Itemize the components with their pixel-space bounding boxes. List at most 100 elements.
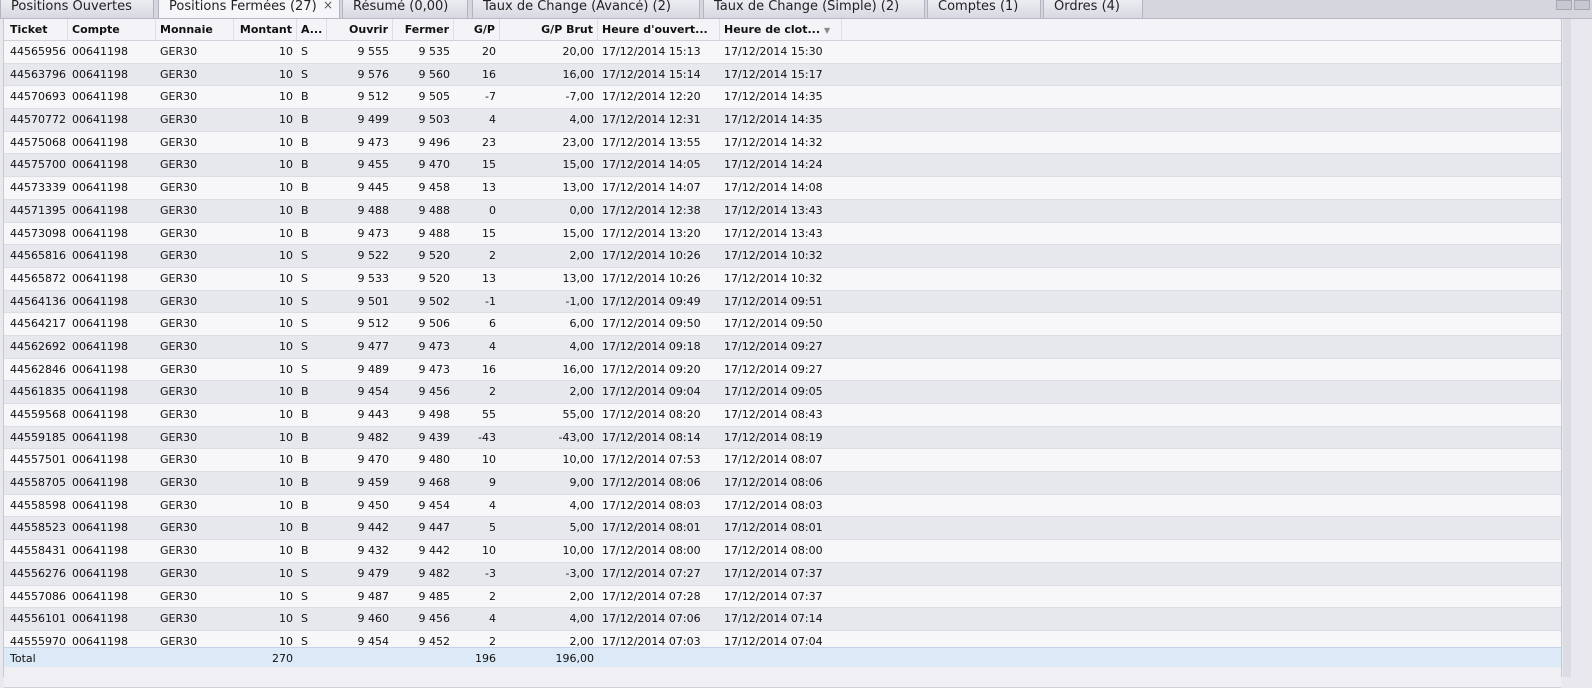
column-header-action[interactable]: A... bbox=[297, 19, 327, 40]
column-header-heure-cloture[interactable]: Heure de clot... ▼ bbox=[720, 19, 842, 40]
column-header-ticket[interactable]: Ticket bbox=[6, 19, 68, 40]
table-row[interactable]: 44556101 00641198 GER30 10 S 9 460 9 456 4 4,00 1… bbox=[4, 608, 1561, 631]
tab-label: Positions Fermées (27) bbox=[169, 0, 317, 14]
column-header-label: Ticket bbox=[10, 23, 48, 36]
table-row[interactable]: 44565816 00641198 GER30 10 S 9 522 9 520 2 2,00 1… bbox=[4, 245, 1561, 268]
cell-ticket: 44573098 bbox=[10, 226, 66, 240]
table-row[interactable]: 44573098 00641198 GER30 10 B 9 473 9 488 15 15,0… bbox=[4, 222, 1561, 246]
total-gp-brut: 196,00 bbox=[555, 652, 595, 665]
cell-monnaie: GER30 bbox=[160, 430, 198, 444]
cell-montant: 10 bbox=[279, 476, 293, 490]
cell-heure-cloture: 17/12/2014 08:00 bbox=[724, 544, 823, 558]
cell-heure-cloture: 17/12/2014 08:43 bbox=[724, 408, 823, 421]
cell-heure-cloture: 17/12/2014 13:43 bbox=[724, 226, 823, 240]
cell-compte: 00641198 bbox=[72, 566, 128, 580]
restore-icon[interactable] bbox=[1556, 0, 1572, 10]
column-header-compte[interactable]: Compte bbox=[68, 19, 156, 40]
cell-ticket: 44558431 bbox=[10, 544, 66, 558]
cell-gp-brut: 55,00 bbox=[562, 408, 595, 421]
table-row[interactable]: 44575700 00641198 GER30 10 B 9 455 9 470 15 15,0… bbox=[4, 154, 1561, 178]
table-row[interactable]: 44558705 00641198 GER30 10 B 9 459 9 468 9 9,00 1… bbox=[4, 472, 1561, 495]
table-row[interactable]: 44559185 00641198 GER30 10 B 9 482 9 439 -43 -43… bbox=[4, 426, 1561, 450]
cell-compte: 00641198 bbox=[72, 385, 128, 399]
column-header-ouvrir[interactable]: Ouvrir bbox=[327, 19, 393, 40]
cell-ticket: 44562846 bbox=[10, 362, 66, 376]
tab-positions-fermees[interactable]: Positions Fermées (27) × bbox=[158, 0, 340, 18]
tab-ordres[interactable]: Ordres (4) bbox=[1043, 0, 1143, 18]
column-header-montant[interactable]: Montant bbox=[234, 19, 297, 40]
cell-ouvrir: 9 459 bbox=[357, 476, 390, 490]
tab-taux-avance[interactable]: Taux de Change (Avancé) (2) bbox=[472, 0, 700, 18]
table-row[interactable]: 44562692 00641198 GER30 10 S 9 477 9 473 4 4,00 1… bbox=[4, 335, 1561, 359]
cell-action: B bbox=[301, 453, 309, 467]
cell-fermer: 9 503 bbox=[418, 113, 451, 127]
column-header-fermer[interactable]: Fermer bbox=[393, 19, 454, 40]
cell-gp: 0 bbox=[489, 203, 496, 217]
cell-ticket: 44563796 bbox=[10, 67, 66, 81]
cell-compte: 00641198 bbox=[72, 589, 128, 603]
table-row[interactable]: 44564136 00641198 GER30 10 S 9 501 9 502 -1 -1,0… bbox=[4, 290, 1561, 314]
tab-comptes[interactable]: Comptes (1) bbox=[927, 0, 1041, 18]
cell-gp-brut: 4,00 bbox=[569, 498, 595, 512]
cell-fermer: 9 473 bbox=[418, 339, 451, 353]
column-header-gp-brut[interactable]: G/P Brut bbox=[500, 19, 598, 40]
cell-ticket: 44556276 bbox=[10, 566, 66, 580]
cell-monnaie: GER30 bbox=[160, 362, 198, 376]
table-row[interactable]: 44565956 00641198 GER30 10 S 9 555 9 535 20 20,0… bbox=[4, 41, 1561, 64]
table-row[interactable]: 44556276 00641198 GER30 10 S 9 479 9 482 -3 -3,0… bbox=[4, 562, 1561, 586]
cell-gp: 23 bbox=[482, 135, 496, 149]
tab-resume[interactable]: Résumé (0,00) bbox=[342, 0, 468, 18]
table-row[interactable]: 44570693 00641198 GER30 10 B 9 512 9 505 -7 -7,0… bbox=[4, 86, 1561, 110]
vertical-scrollbar[interactable] bbox=[1563, 19, 1571, 677]
cell-fermer: 9 505 bbox=[418, 90, 451, 104]
cell-ouvrir: 9 442 bbox=[357, 521, 390, 535]
tab-positions-ouvertes[interactable]: Positions Ouvertes bbox=[0, 0, 154, 18]
table-row[interactable]: 44558598 00641198 GER30 10 B 9 450 9 454 4 4,00 1… bbox=[4, 494, 1561, 518]
table-row[interactable]: 44564217 00641198 GER30 10 S 9 512 9 506 6 6,00 1… bbox=[4, 313, 1561, 336]
cell-fermer: 9 560 bbox=[418, 67, 451, 81]
cell-action: S bbox=[301, 589, 308, 603]
table-row[interactable]: 44573339 00641198 GER30 10 B 9 445 9 458 13 13,0… bbox=[4, 177, 1561, 200]
cell-montant: 10 bbox=[279, 408, 293, 421]
table-row[interactable]: 44558431 00641198 GER30 10 B 9 432 9 442 10 10,0… bbox=[4, 540, 1561, 563]
cell-action: B bbox=[301, 408, 309, 421]
cell-ouvrir: 9 499 bbox=[357, 113, 390, 127]
cell-gp: 4 bbox=[489, 113, 496, 127]
maximize-icon[interactable] bbox=[1574, 0, 1590, 10]
table-row[interactable]: 44561835 00641198 GER30 10 B 9 454 9 456 2 2,00 1… bbox=[4, 381, 1561, 404]
cell-heure-ouverture: 17/12/2014 09:49 bbox=[602, 294, 701, 308]
column-header-heure-ouverture[interactable]: Heure d'ouvert... bbox=[598, 19, 720, 40]
cell-ticket: 44565872 bbox=[10, 271, 66, 285]
cell-monnaie: GER30 bbox=[160, 544, 198, 558]
table-row[interactable]: 44558523 00641198 GER30 10 B 9 442 9 447 5 5,00 1… bbox=[4, 517, 1561, 541]
cell-compte: 00641198 bbox=[72, 249, 128, 263]
cell-monnaie: GER30 bbox=[160, 226, 198, 240]
close-icon[interactable]: × bbox=[323, 0, 333, 12]
cell-action: B bbox=[301, 385, 309, 399]
table-row[interactable]: 44563796 00641198 GER30 10 S 9 576 9 560 16 16,0… bbox=[4, 63, 1561, 87]
table-row[interactable]: 44575068 00641198 GER30 10 B 9 473 9 496 23 23,0… bbox=[4, 131, 1561, 155]
column-header-gp[interactable]: G/P bbox=[454, 19, 500, 40]
table-row[interactable]: 44562846 00641198 GER30 10 S 9 489 9 473 16 16,0… bbox=[4, 358, 1561, 382]
cell-gp-brut: 10,00 bbox=[562, 453, 595, 467]
table-row[interactable]: 44565872 00641198 GER30 10 S 9 533 9 520 13 13,0… bbox=[4, 267, 1561, 291]
column-header-monnaie[interactable]: Monnaie bbox=[156, 19, 234, 40]
cell-heure-cloture: 17/12/2014 09:50 bbox=[724, 317, 823, 331]
cell-action: S bbox=[301, 67, 308, 81]
cell-gp-brut: 0,00 bbox=[569, 203, 595, 217]
table-row[interactable]: 44557501 00641198 GER30 10 B 9 470 9 480 10 10,0… bbox=[4, 449, 1561, 473]
cell-heure-ouverture: 17/12/2014 08:00 bbox=[602, 544, 701, 558]
cell-gp-brut: 10,00 bbox=[562, 544, 595, 558]
table-row[interactable]: 44557086 00641198 GER30 10 S 9 487 9 485 2 2,00 1… bbox=[4, 585, 1561, 609]
cell-ouvrir: 9 489 bbox=[357, 362, 390, 376]
cell-fermer: 9 485 bbox=[418, 589, 451, 603]
tab-taux-simple[interactable]: Taux de Change (Simple) (2) bbox=[703, 0, 925, 18]
table-row[interactable]: 44571395 00641198 GER30 10 B 9 488 9 488 0 0,00 1… bbox=[4, 199, 1561, 223]
cell-compte: 00641198 bbox=[72, 203, 128, 217]
cell-gp: 13 bbox=[482, 271, 496, 285]
cell-fermer: 9 456 bbox=[418, 612, 451, 626]
table-row[interactable]: 44559568 00641198 GER30 10 B 9 443 9 498 55 55,0… bbox=[4, 404, 1561, 427]
table-row[interactable]: 44570772 00641198 GER30 10 B 9 499 9 503 4 4,00 1… bbox=[4, 109, 1561, 132]
cell-monnaie: GER30 bbox=[160, 453, 198, 467]
cell-gp: -7 bbox=[485, 90, 496, 104]
